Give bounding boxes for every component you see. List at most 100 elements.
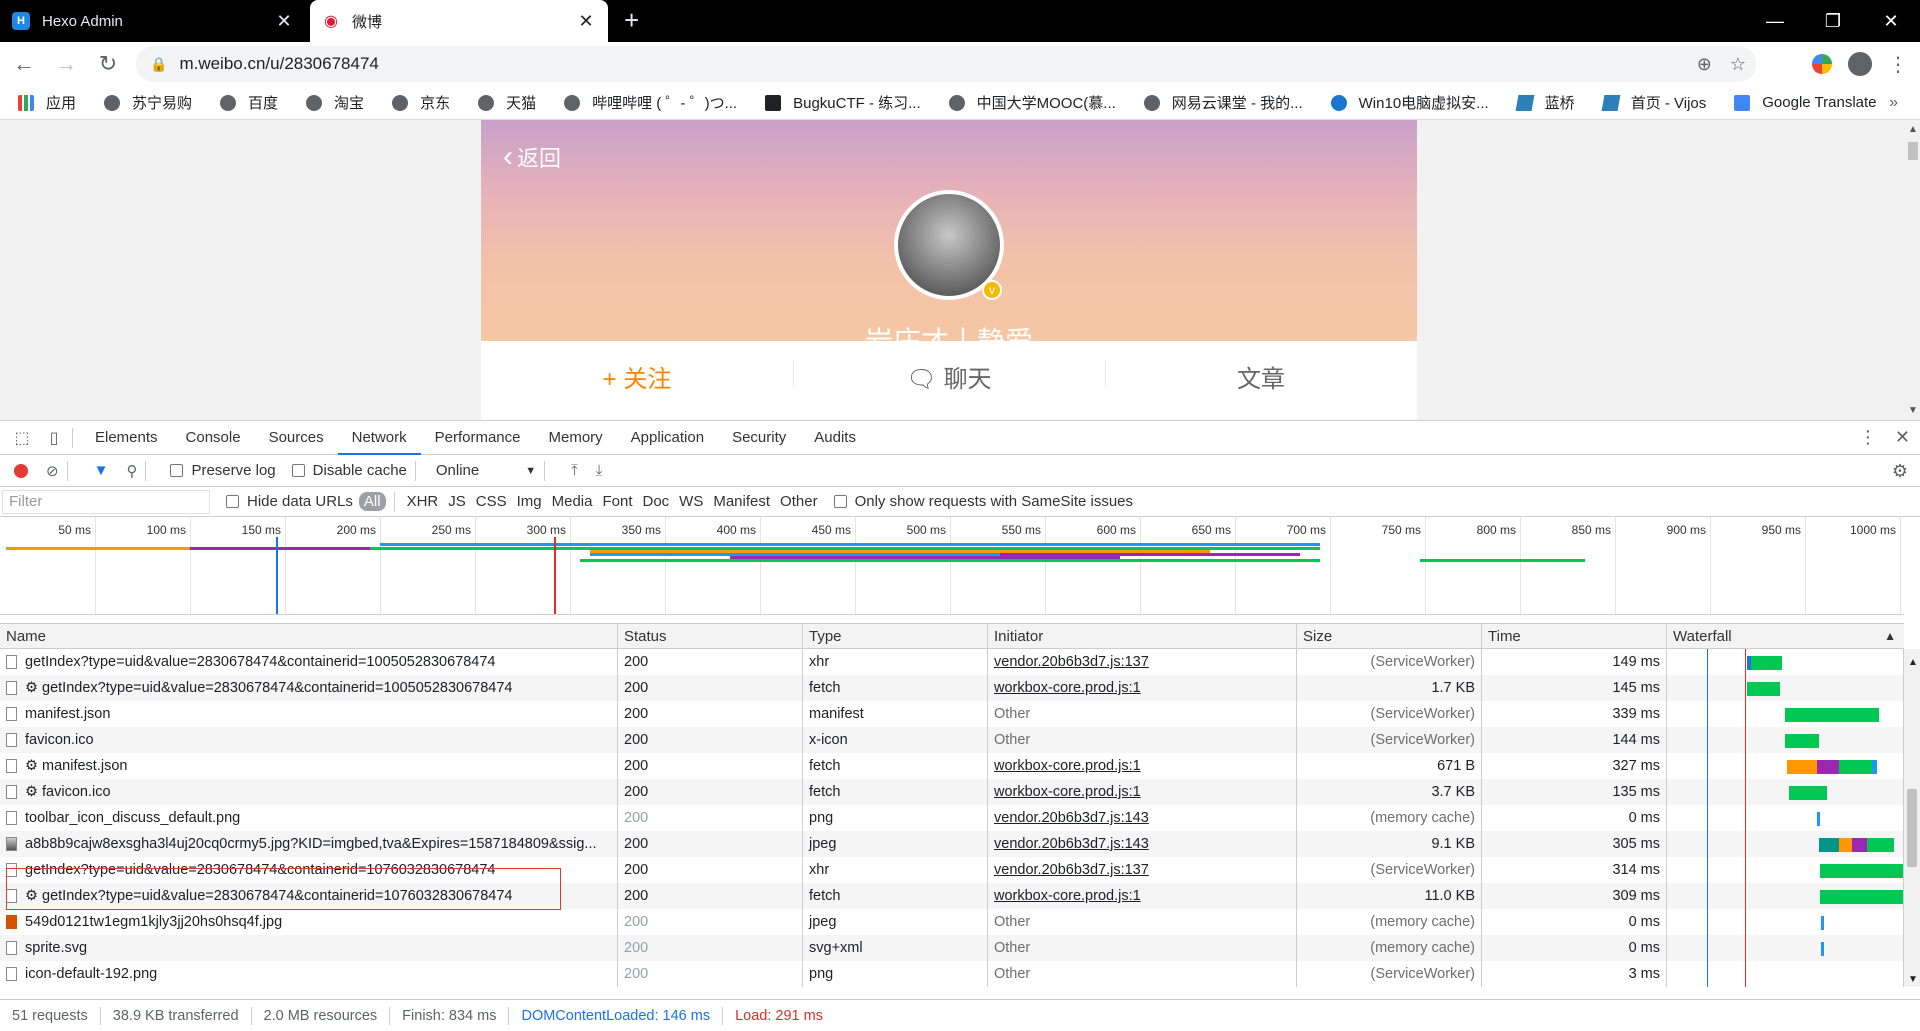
chat-button[interactable]: 🗨 聊天 bbox=[793, 359, 1105, 394]
profile-avatar-icon[interactable] bbox=[1848, 52, 1872, 76]
export-har-icon[interactable]: ⤓ bbox=[596, 462, 603, 479]
filter-type-css[interactable]: CSS bbox=[476, 493, 507, 510]
filter-type-doc[interactable]: Doc bbox=[642, 493, 669, 510]
tab-audits[interactable]: Audits bbox=[800, 421, 870, 455]
table-row[interactable]: ⚙ manifest.json 200 fetch workbox-core.prod… bbox=[0, 753, 1904, 779]
request-name-cell[interactable]: toolbar_icon_discuss_default.png bbox=[0, 805, 618, 831]
import-har-icon[interactable]: ⤒ bbox=[571, 462, 578, 479]
table-row[interactable]: toolbar_icon_discuss_default.png 200 png ve… bbox=[0, 805, 1904, 831]
bookmark-item[interactable]: 网易云课堂 - 我的... bbox=[1143, 92, 1303, 113]
add-install-icon[interactable]: ⊕ bbox=[1697, 54, 1712, 75]
filter-type-media[interactable]: Media bbox=[552, 493, 593, 510]
settings-gear-icon[interactable]: ⚙ bbox=[1892, 461, 1908, 482]
table-row[interactable]: favicon.ico 200 x-icon Other (ServiceWorker)… bbox=[0, 727, 1904, 753]
table-row[interactable]: ⚙ getIndex?type=uid&value=2830678474&con… bbox=[0, 883, 1904, 909]
hide-data-urls-checkbox[interactable]: Hide data URLs bbox=[226, 493, 353, 510]
samesite-issues-checkbox[interactable]: Only show requests with SameSite issues bbox=[833, 493, 1133, 510]
tab-elements[interactable]: Elements bbox=[81, 421, 172, 455]
window-close-icon[interactable]: ✕ bbox=[1862, 0, 1920, 42]
tab-sources[interactable]: Sources bbox=[255, 421, 338, 455]
chrome-menu-icon[interactable]: ⋮ bbox=[1888, 52, 1908, 77]
scroll-down-icon[interactable]: ▼ bbox=[1908, 405, 1918, 416]
table-row[interactable]: ⚙ getIndex?type=uid&value=2830678474&con… bbox=[0, 675, 1904, 701]
record-icon[interactable] bbox=[14, 463, 28, 478]
bookmark-item[interactable]: 天猫 bbox=[478, 92, 536, 113]
request-table-scrollbar[interactable]: ▲ ▼ bbox=[1904, 649, 1920, 987]
tab-security[interactable]: Security bbox=[718, 421, 800, 455]
restore-icon[interactable]: ❐ bbox=[1804, 0, 1862, 42]
filter-type-other[interactable]: Other bbox=[780, 493, 818, 510]
inspect-element-icon[interactable]: ⬚ bbox=[12, 428, 32, 448]
table-row[interactable]: 549d0121tw1egm1kjly3jj20hs0hsq4f.jpg 200 j… bbox=[0, 909, 1904, 935]
bookmark-item[interactable]: 苏宁易购 bbox=[104, 92, 192, 113]
initiator-link[interactable]: workbox-core.prod.js:1 bbox=[994, 784, 1141, 800]
address-bar[interactable]: 🔒 m.weibo.cn/u/2830678474 ⊕ ☆ bbox=[136, 46, 1756, 82]
initiator-link[interactable]: vendor.20b6b3d7.js:137 bbox=[994, 862, 1149, 878]
table-row[interactable]: icon-default-192.png 200 png Other (ServiceW… bbox=[0, 961, 1904, 987]
request-initiator-cell[interactable]: vendor.20b6b3d7.js:137 bbox=[988, 649, 1297, 675]
follow-button[interactable]: + 关注 bbox=[481, 359, 793, 394]
request-initiator-cell[interactable]: vendor.20b6b3d7.js:143 bbox=[988, 805, 1297, 831]
request-initiator-cell[interactable]: workbox-core.prod.js:1 bbox=[988, 753, 1297, 779]
bookmark-item[interactable]: 首页 - Vijos bbox=[1601, 92, 1706, 113]
request-name-cell[interactable]: getIndex?type=uid&value=2830678474&conta… bbox=[0, 649, 618, 675]
scroll-up-icon[interactable]: ▲ bbox=[1908, 657, 1918, 668]
bookmark-item[interactable]: 京东 bbox=[392, 92, 450, 113]
bookmark-item[interactable]: Google Translate bbox=[1734, 94, 1877, 111]
request-name-cell[interactable]: getIndex?type=uid&value=2830678474&conta… bbox=[0, 857, 618, 883]
table-row[interactable]: getIndex?type=uid&value=2830678474&conta… bbox=[0, 857, 1904, 883]
request-initiator-cell[interactable]: workbox-core.prod.js:1 bbox=[988, 883, 1297, 909]
filter-type-manifest[interactable]: Manifest bbox=[713, 493, 770, 510]
initiator-link[interactable]: workbox-core.prod.js:1 bbox=[994, 680, 1141, 696]
filter-type-img[interactable]: Img bbox=[517, 493, 542, 510]
request-name-cell[interactable]: manifest.json bbox=[0, 701, 618, 727]
table-row[interactable]: ⚙ favicon.ico 200 fetch workbox-core.prod.j… bbox=[0, 779, 1904, 805]
device-toolbar-icon[interactable]: ▯ bbox=[44, 428, 64, 448]
filter-icon[interactable]: ▼ bbox=[94, 462, 109, 479]
request-name-cell[interactable]: sprite.svg bbox=[0, 935, 618, 961]
bookmark-item[interactable]: Win10电脑虚拟安... bbox=[1330, 92, 1489, 113]
column-status[interactable]: Status bbox=[618, 624, 803, 648]
initiator-link[interactable]: vendor.20b6b3d7.js:143 bbox=[994, 810, 1149, 826]
tab-close-icon[interactable]: ✕ bbox=[274, 11, 294, 32]
throttling-select[interactable]: Online ▼ bbox=[436, 462, 536, 479]
request-initiator-cell[interactable]: vendor.20b6b3d7.js:143 bbox=[988, 831, 1297, 857]
devtools-close-icon[interactable]: ✕ bbox=[1895, 427, 1910, 448]
initiator-link[interactable]: workbox-core.prod.js:1 bbox=[994, 758, 1141, 774]
scroll-down-icon[interactable]: ▼ bbox=[1908, 974, 1918, 985]
request-name-cell[interactable]: ⚙ manifest.json bbox=[0, 753, 618, 779]
table-row[interactable]: a8b8b9cajw8exsgha3l4uj20cq0crmy5.jpg?KID… bbox=[0, 831, 1904, 857]
bookmark-item[interactable]: BugkuCTF - 练习... bbox=[765, 92, 921, 113]
table-row[interactable]: sprite.svg 200 svg+xml Other (memory cache) 0… bbox=[0, 935, 1904, 961]
article-button[interactable]: 文章 bbox=[1105, 359, 1417, 394]
tab-hexo-admin[interactable]: H Hexo Admin ✕ bbox=[0, 0, 306, 42]
request-name-cell[interactable]: ⚙ favicon.ico bbox=[0, 779, 618, 805]
column-waterfall[interactable]: Waterfall ▲ bbox=[1667, 624, 1904, 648]
table-row[interactable]: getIndex?type=uid&value=2830678474&conta… bbox=[0, 649, 1904, 675]
request-initiator-cell[interactable]: vendor.20b6b3d7.js:137 bbox=[988, 857, 1297, 883]
request-initiator-cell[interactable]: workbox-core.prod.js:1 bbox=[988, 779, 1297, 805]
extension-icon[interactable] bbox=[1812, 54, 1832, 74]
column-time[interactable]: Time bbox=[1482, 624, 1667, 648]
bookmark-apps[interactable]: 应用 bbox=[18, 92, 76, 113]
request-initiator-cell[interactable]: workbox-core.prod.js:1 bbox=[988, 675, 1297, 701]
tab-network[interactable]: Network bbox=[337, 421, 421, 455]
request-table-scrollbar-thumb[interactable] bbox=[1907, 789, 1917, 867]
bookmark-item[interactable]: 淘宝 bbox=[306, 92, 364, 113]
search-icon[interactable]: ⚲ bbox=[126, 462, 137, 480]
bookmarks-overflow-button[interactable]: » bbox=[1889, 94, 1898, 112]
request-name-cell[interactable]: favicon.ico bbox=[0, 727, 618, 753]
tab-console[interactable]: Console bbox=[172, 421, 255, 455]
forward-arrow-icon[interactable]: → bbox=[48, 46, 84, 82]
table-row[interactable]: manifest.json 200 manifest Other (ServiceWor… bbox=[0, 701, 1904, 727]
filter-type-font[interactable]: Font bbox=[602, 493, 632, 510]
bookmark-item[interactable]: 蓝桥 bbox=[1515, 92, 1575, 113]
filter-type-ws[interactable]: WS bbox=[679, 493, 703, 510]
request-name-cell[interactable]: a8b8b9cajw8exsgha3l4uj20cq0crmy5.jpg?KID… bbox=[0, 831, 618, 857]
request-name-cell[interactable]: 549d0121tw1egm1kjly3jj20hs0hsq4f.jpg bbox=[0, 909, 618, 935]
new-tab-button[interactable]: + bbox=[624, 6, 639, 34]
column-name[interactable]: Name bbox=[0, 624, 618, 648]
initiator-link[interactable]: workbox-core.prod.js:1 bbox=[994, 888, 1141, 904]
clear-icon[interactable]: ⊘ bbox=[46, 462, 59, 480]
lock-icon[interactable]: 🔒 bbox=[150, 56, 167, 73]
